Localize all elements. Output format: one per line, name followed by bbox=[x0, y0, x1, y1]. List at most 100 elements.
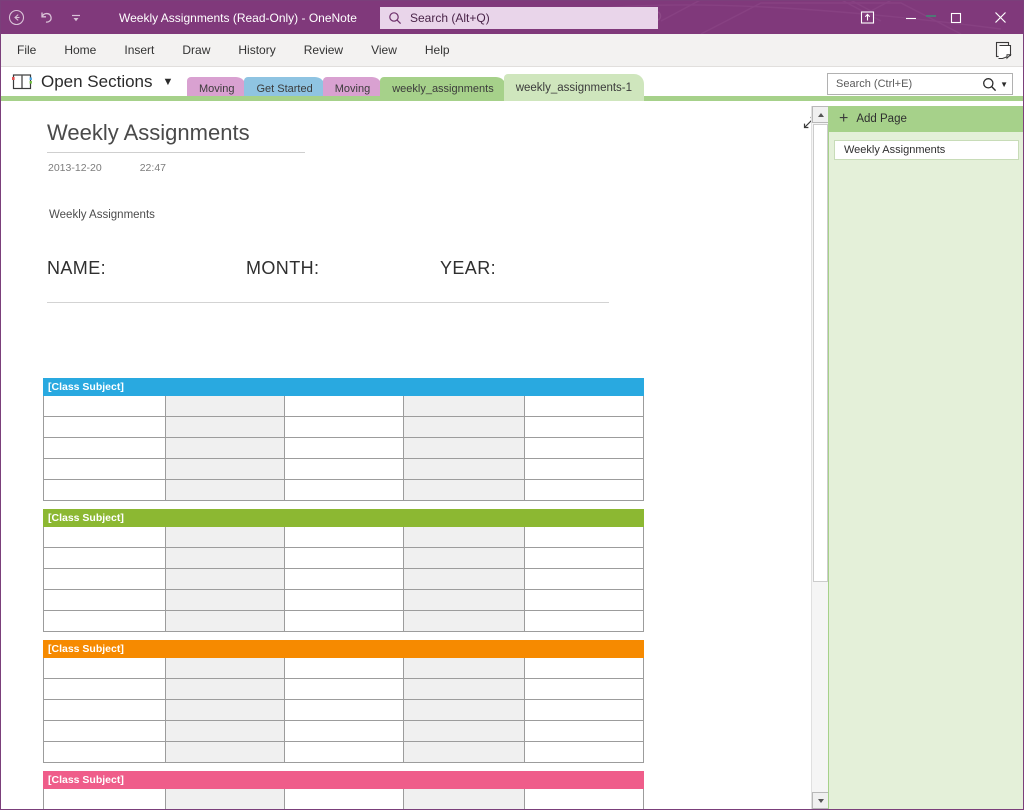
table-row[interactable] bbox=[43, 789, 644, 809]
cell[interactable] bbox=[165, 611, 284, 632]
cell[interactable] bbox=[284, 396, 403, 417]
cell[interactable] bbox=[403, 548, 524, 569]
add-page-button[interactable]: + Add Page bbox=[829, 106, 1023, 132]
scroll-thumb[interactable] bbox=[813, 124, 828, 582]
cell[interactable] bbox=[403, 480, 524, 501]
table-row[interactable] bbox=[43, 396, 644, 417]
cell[interactable] bbox=[524, 527, 644, 548]
cell[interactable] bbox=[524, 721, 644, 742]
table-row[interactable] bbox=[43, 590, 644, 611]
cell[interactable] bbox=[284, 742, 403, 763]
cell[interactable] bbox=[43, 658, 165, 679]
cell[interactable] bbox=[403, 679, 524, 700]
cell[interactable] bbox=[403, 459, 524, 480]
cell[interactable] bbox=[284, 590, 403, 611]
table-row[interactable] bbox=[43, 658, 644, 679]
cell[interactable] bbox=[284, 700, 403, 721]
cell[interactable] bbox=[524, 459, 644, 480]
close-button[interactable] bbox=[978, 1, 1023, 34]
cell[interactable] bbox=[43, 438, 165, 459]
cell[interactable] bbox=[284, 548, 403, 569]
cell[interactable] bbox=[524, 611, 644, 632]
cell[interactable] bbox=[284, 459, 403, 480]
cell[interactable] bbox=[43, 679, 165, 700]
cell[interactable] bbox=[165, 590, 284, 611]
scroll-up-button[interactable] bbox=[812, 106, 828, 123]
cell[interactable] bbox=[403, 721, 524, 742]
cell[interactable] bbox=[403, 590, 524, 611]
class-block-header[interactable]: [Class Subject] bbox=[43, 640, 644, 658]
cell[interactable] bbox=[284, 480, 403, 501]
page-title[interactable]: Weekly Assignments bbox=[47, 120, 305, 153]
cell[interactable] bbox=[43, 742, 165, 763]
table-row[interactable] bbox=[43, 742, 644, 763]
cell[interactable] bbox=[43, 548, 165, 569]
chevron-down-icon[interactable]: ▼ bbox=[1000, 80, 1008, 89]
cell[interactable] bbox=[165, 548, 284, 569]
page-list-item[interactable]: Weekly Assignments bbox=[834, 140, 1019, 160]
cell[interactable] bbox=[524, 417, 644, 438]
cell[interactable] bbox=[43, 789, 165, 809]
tell-me-search-box[interactable]: Search (Alt+Q) bbox=[380, 7, 658, 29]
cell[interactable] bbox=[165, 721, 284, 742]
cell[interactable] bbox=[284, 721, 403, 742]
cell[interactable] bbox=[403, 658, 524, 679]
cell[interactable] bbox=[165, 438, 284, 459]
ribbon-tab-review[interactable]: Review bbox=[290, 34, 357, 67]
cell[interactable] bbox=[165, 569, 284, 590]
cell[interactable] bbox=[43, 611, 165, 632]
scroll-down-button[interactable] bbox=[812, 792, 828, 809]
cell[interactable] bbox=[284, 569, 403, 590]
cell[interactable] bbox=[524, 569, 644, 590]
minimize-button[interactable] bbox=[888, 1, 933, 34]
section-tab-weekly-assignments-1[interactable]: weekly_assignments-1 bbox=[504, 74, 644, 101]
table-row[interactable] bbox=[43, 721, 644, 742]
cell[interactable] bbox=[524, 700, 644, 721]
table-row[interactable] bbox=[43, 417, 644, 438]
cell[interactable] bbox=[165, 459, 284, 480]
ribbon-notes-button[interactable] bbox=[994, 34, 1013, 67]
cell[interactable] bbox=[165, 527, 284, 548]
cell[interactable] bbox=[43, 721, 165, 742]
cell[interactable] bbox=[403, 700, 524, 721]
canvas-scrollbar[interactable] bbox=[811, 106, 828, 809]
cell[interactable] bbox=[165, 480, 284, 501]
cell[interactable] bbox=[165, 789, 284, 809]
table-row[interactable] bbox=[43, 611, 644, 632]
cell[interactable] bbox=[524, 396, 644, 417]
cell[interactable] bbox=[524, 590, 644, 611]
cell[interactable] bbox=[43, 417, 165, 438]
cell[interactable] bbox=[43, 396, 165, 417]
ribbon-tab-draw[interactable]: Draw bbox=[168, 34, 224, 67]
notebook-search-box[interactable]: Search (Ctrl+E) ▼ bbox=[827, 73, 1013, 95]
cell[interactable] bbox=[284, 611, 403, 632]
cell[interactable] bbox=[403, 417, 524, 438]
ribbon-tab-history[interactable]: History bbox=[224, 34, 289, 67]
cell[interactable] bbox=[165, 700, 284, 721]
cell[interactable] bbox=[43, 527, 165, 548]
cell[interactable] bbox=[403, 569, 524, 590]
cell[interactable] bbox=[403, 396, 524, 417]
class-block-header[interactable]: [Class Subject] bbox=[43, 771, 644, 789]
cell[interactable] bbox=[165, 396, 284, 417]
cell[interactable] bbox=[403, 611, 524, 632]
cell[interactable] bbox=[284, 527, 403, 548]
cell[interactable] bbox=[284, 679, 403, 700]
cell[interactable] bbox=[43, 590, 165, 611]
cell[interactable] bbox=[284, 789, 403, 809]
cell[interactable] bbox=[43, 569, 165, 590]
open-sections-button[interactable]: Open Sections ▼ bbox=[11, 67, 173, 97]
cell[interactable] bbox=[524, 438, 644, 459]
cell[interactable] bbox=[524, 789, 644, 809]
cell[interactable] bbox=[524, 480, 644, 501]
ribbon-tab-help[interactable]: Help bbox=[411, 34, 464, 67]
cell[interactable] bbox=[43, 700, 165, 721]
table-row[interactable] bbox=[43, 548, 644, 569]
ribbon-tab-home[interactable]: Home bbox=[50, 34, 110, 67]
cell[interactable] bbox=[43, 480, 165, 501]
table-row[interactable] bbox=[43, 700, 644, 721]
cell[interactable] bbox=[403, 527, 524, 548]
cell[interactable] bbox=[284, 417, 403, 438]
quick-access-more-button[interactable] bbox=[61, 3, 91, 33]
cell[interactable] bbox=[165, 658, 284, 679]
